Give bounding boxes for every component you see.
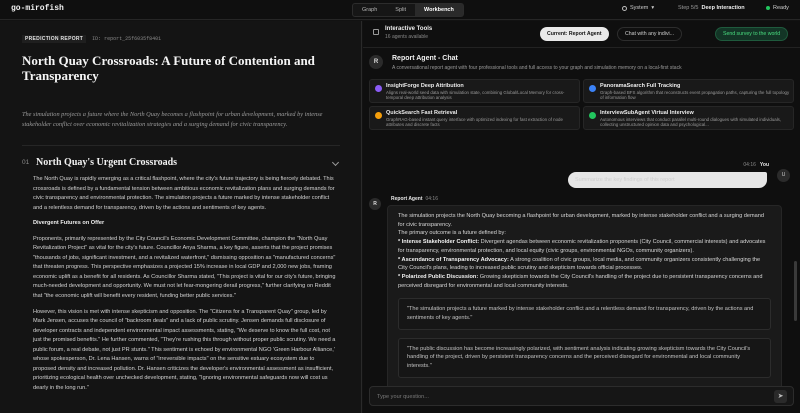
report-meta: PREDICTION REPORT ID: report_25f6035f840… (22, 35, 161, 43)
quote-block: "The simulation projects a future marked… (398, 298, 771, 330)
tool-card-interview[interactable]: InterviewSubAgent Virtual Interview Auto… (583, 106, 794, 130)
response-line: The primary outcome is a future defined … (398, 230, 506, 237)
quicksearch-icon (375, 112, 382, 119)
step-counter: Step 5/5 (678, 5, 699, 11)
section-body: The North Quay is rapidly emerging as a … (33, 175, 337, 399)
tools-icon (373, 29, 379, 35)
tool-name: QuickSearch Fast Retrieval (386, 110, 458, 116)
status-badge: Ready (766, 5, 789, 11)
tab-split[interactable]: Split (386, 4, 415, 16)
user-message-meta: 04:16 You (743, 162, 769, 168)
agent-description: A conversational report agent with four … (392, 65, 682, 71)
chat-input[interactable] (377, 390, 757, 403)
response-line: The simulation projects the North Quay b… (398, 213, 764, 228)
monitor-icon (622, 5, 627, 11)
interview-icon (589, 112, 596, 119)
bullet-label: * Ascendance of Transparency Advocacy: (398, 256, 509, 263)
tool-card-quicksearch[interactable]: QuickSearch Fast Retrieval GraphRAG-base… (369, 106, 580, 130)
message-time: 04:16 (743, 162, 756, 168)
tool-description: Aligns real-world seed data with simulat… (386, 90, 565, 101)
avatar: R (369, 55, 383, 69)
tool-card-panoramasearch[interactable]: PanoramaSearch Full Tracking Graph-based… (583, 79, 794, 103)
agent-count: 16 agents available (385, 34, 429, 40)
send-icon[interactable]: ➤ (774, 390, 787, 403)
insight-icon (375, 85, 382, 92)
chat-input-bar: ➤ (369, 386, 794, 406)
tool-name: InterviewSubAgent Virtual Interview (600, 110, 694, 116)
tool-name: InsightForge Deep Attribution (386, 83, 464, 89)
app-logo[interactable]: go-mirofish (11, 4, 64, 13)
report-panel[interactable]: PREDICTION REPORT ID: report_25f6035f840… (0, 21, 362, 413)
section-title: North Quay's Urgent Crossroads (36, 157, 178, 168)
tool-description: GraphRAG-based instant query interface w… (386, 117, 563, 128)
agent-message: The simulation projects the North Quay b… (387, 205, 782, 400)
status-label: Ready (773, 5, 789, 11)
chevron-down-icon[interactable] (331, 158, 340, 167)
section-number: 01 (22, 159, 30, 166)
chevron-down-icon: ▾ (651, 5, 655, 11)
chat-individual-select[interactable]: Chat with any indivi... (617, 27, 683, 41)
report-badge: PREDICTION REPORT (22, 35, 87, 43)
paragraph: However, this vision is met with intense… (33, 308, 336, 391)
theme-label: System (630, 5, 649, 11)
avatar: R (369, 198, 381, 210)
chat-panel: Interactive Tools 16 agents available Cu… (363, 21, 800, 413)
tab-workbench[interactable]: Workbench (415, 4, 463, 16)
paragraph: The North Quay is rapidly emerging as a … (33, 176, 335, 211)
agent-name: Report Agent - Chat (392, 55, 458, 62)
sender-name: Report Agent (391, 196, 423, 202)
step-name: Deep Interaction (701, 5, 745, 11)
send-survey-button[interactable]: Send survey to the world (715, 27, 789, 41)
divider (22, 145, 340, 146)
sender-name: You (759, 162, 769, 168)
tool-description: Autonomous interviews that conduct paral… (600, 117, 782, 128)
tab-graph[interactable]: Graph (353, 4, 386, 16)
list-item: * Intense Stakeholder Conflict: Divergen… (398, 238, 771, 255)
bullet-label: * Polarized Public Discussion: (398, 273, 479, 280)
panorama-icon (589, 85, 596, 92)
message-time: 04:16 (425, 196, 438, 202)
section-header[interactable]: 01 North Quay's Urgent Crossroads (22, 157, 342, 168)
quote-block: "The public discussion has become increa… (398, 337, 771, 378)
theme-selector[interactable]: System ▾ (622, 5, 654, 11)
tool-grid: InsightForge Deep Attribution Aligns rea… (369, 79, 794, 130)
tool-name: PanoramaSearch Full Tracking (600, 83, 681, 89)
user-message: Summarize the key findings of this repor… (568, 172, 767, 188)
step-indicator: Step 5/5 Deep Interaction (678, 5, 745, 11)
subheading: Divergent Futures on Offer (33, 220, 105, 227)
paragraph: Proponents, primarily represented by the… (33, 235, 336, 300)
tool-description: Graph-based BFS algorithm that reconstru… (600, 90, 790, 101)
tool-card-insightforge[interactable]: InsightForge Deep Attribution Aligns rea… (369, 79, 580, 103)
agent-message-meta: Report Agent 04:16 (391, 196, 438, 202)
avatar: U (777, 169, 790, 182)
report-id: ID: report_25f6035f8401 (92, 36, 162, 42)
top-bar: go-mirofish Graph Split Workbench System… (0, 0, 800, 20)
list-item: * Ascendance of Transparency Advocacy: A… (398, 256, 771, 273)
current-agent-button[interactable]: Current: Report Agent (540, 27, 609, 41)
view-tabs: Graph Split Workbench (352, 3, 464, 17)
list-item: * Polarized Public Discussion: Growing s… (398, 273, 771, 290)
report-title: North Quay Crossroads: A Future of Conte… (22, 53, 315, 83)
tools-bar: Interactive Tools 16 agents available Cu… (363, 21, 800, 48)
status-dot-icon (766, 6, 770, 10)
report-summary: The simulation projects a future where t… (22, 111, 323, 128)
scrollbar[interactable] (794, 261, 797, 321)
bullet-label: * Intense Stakeholder Conflict: (398, 239, 480, 246)
tools-title: Interactive Tools (385, 26, 433, 32)
